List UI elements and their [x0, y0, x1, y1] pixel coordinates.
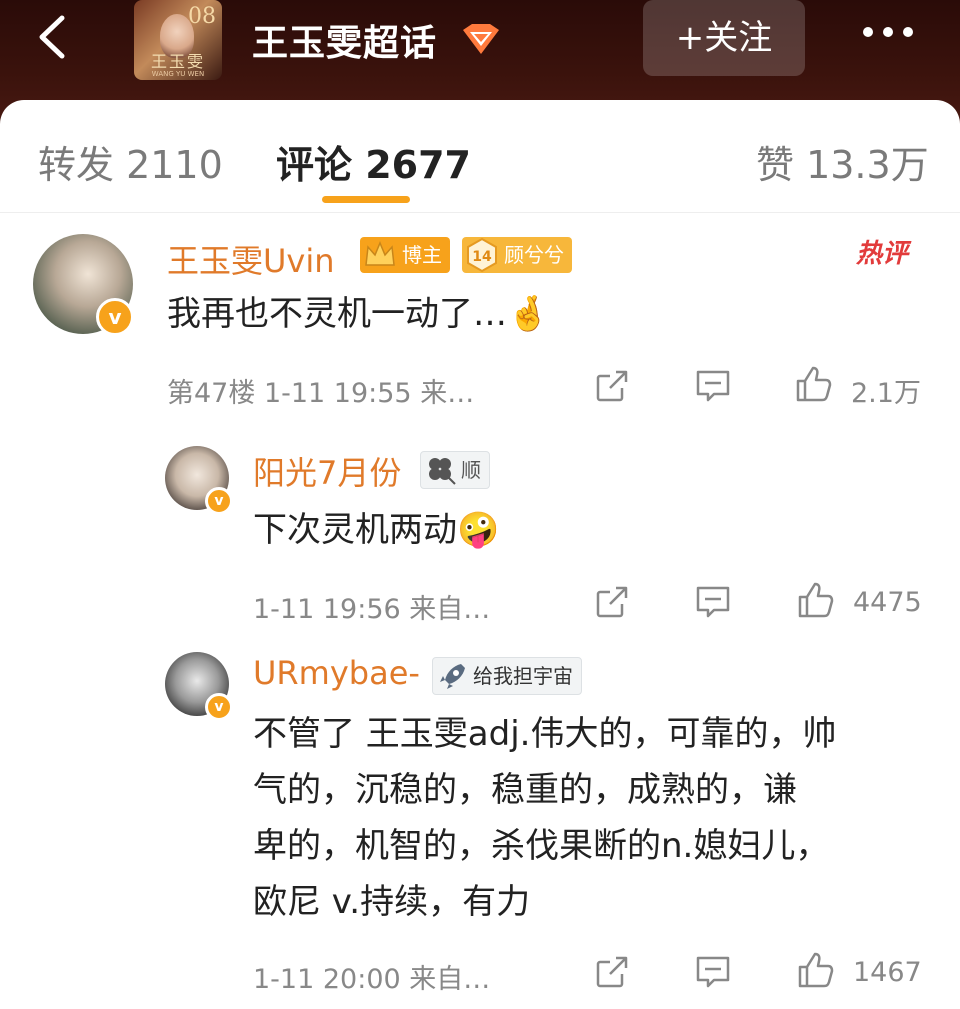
comment-line: 不管了 王玉雯adj.伟大的，可靠的，帅: [253, 714, 837, 754]
comment-meta: 第47楼 1-11 19:55 来…: [167, 378, 475, 409]
like-icon[interactable]: [793, 364, 833, 404]
like-icon[interactable]: [795, 580, 835, 620]
comment-icon[interactable]: [694, 954, 732, 990]
comment-text: 下次灵机两动🤪: [253, 510, 500, 550]
crown-icon: [365, 241, 395, 266]
comment-line: 欧尼 v.持续，有力: [253, 882, 531, 922]
cover-title: 王玉雯: [150, 52, 205, 71]
fan-badge[interactable]: 14 顾兮兮: [462, 237, 572, 273]
back-arrow-icon[interactable]: [28, 12, 78, 62]
commenter-name[interactable]: 阳光7月份: [253, 448, 401, 494]
verified-icon: v: [96, 298, 134, 336]
group-badge[interactable]: 顺: [420, 451, 490, 489]
badge-label: 给我担宇宙: [473, 664, 573, 688]
supertopic-level-icon: [460, 22, 502, 56]
share-icon[interactable]: [594, 584, 630, 620]
active-tab-indicator: [322, 196, 410, 203]
comment-panel: 转发 2110 评论 2677 赞 13.3万 v 王玉雯Uvin 博主 14 …: [0, 100, 960, 1009]
comment-text: 不管了 王玉雯adj.伟大的，可靠的，帅 气的，沉稳的，稳重的，成熟的，谦 卑的…: [253, 706, 836, 930]
badge-label: 博主: [402, 243, 442, 267]
like-count: 4475: [853, 587, 922, 618]
comment-meta: 1-11 20:00 来自…: [253, 964, 491, 995]
like-count: 2.1万: [851, 378, 921, 409]
like-count: 1467: [853, 957, 922, 988]
share-icon[interactable]: [594, 954, 630, 990]
comment-text: 我再也不灵机一动了…🤞: [167, 294, 550, 334]
comment-line: 气的，沉稳的，稳重的，成熟的，谦: [253, 770, 797, 810]
fan-level-icon: 14: [467, 237, 497, 273]
share-icon[interactable]: [594, 368, 630, 404]
tab-likes[interactable]: 赞 13.3万: [756, 134, 929, 189]
more-options-icon[interactable]: [858, 22, 918, 52]
supertopic-cover[interactable]: 08 王玉雯 WANG YU WEN: [134, 0, 222, 80]
hot-comment-tag: 热评: [856, 239, 909, 269]
clover-icon: [429, 458, 456, 485]
verified-icon: v: [205, 693, 233, 721]
commenter-name[interactable]: 王玉雯Uvin: [167, 236, 335, 282]
badge-label: 顾兮兮: [504, 243, 564, 267]
comment-meta: 1-11 19:56 来自…: [253, 594, 491, 625]
like-icon[interactable]: [795, 950, 835, 990]
page-title: 王玉雯超话: [252, 23, 438, 64]
blogger-badge[interactable]: 博主: [360, 237, 450, 273]
badge-label: 顺: [461, 458, 481, 482]
commenter-name[interactable]: URmybae-: [253, 654, 420, 692]
verified-icon: v: [205, 487, 233, 515]
comment-line: 卑的，机智的，杀伐果断的n.媳妇儿，: [253, 826, 830, 866]
rocket-icon: [440, 664, 465, 689]
tab-comments[interactable]: 评论 2677: [276, 134, 471, 189]
follow-button[interactable]: +关注: [643, 0, 805, 76]
tab-bar: 转发 2110 评论 2677 赞 13.3万: [0, 100, 960, 213]
tab-reposts[interactable]: 转发 2110: [38, 134, 223, 189]
svg-text:14: 14: [472, 249, 492, 265]
comment-icon[interactable]: [694, 584, 732, 620]
group-badge[interactable]: 给我担宇宙: [432, 657, 582, 695]
cover-subtitle: WANG YU WEN: [151, 70, 205, 78]
comment-icon[interactable]: [694, 368, 732, 404]
